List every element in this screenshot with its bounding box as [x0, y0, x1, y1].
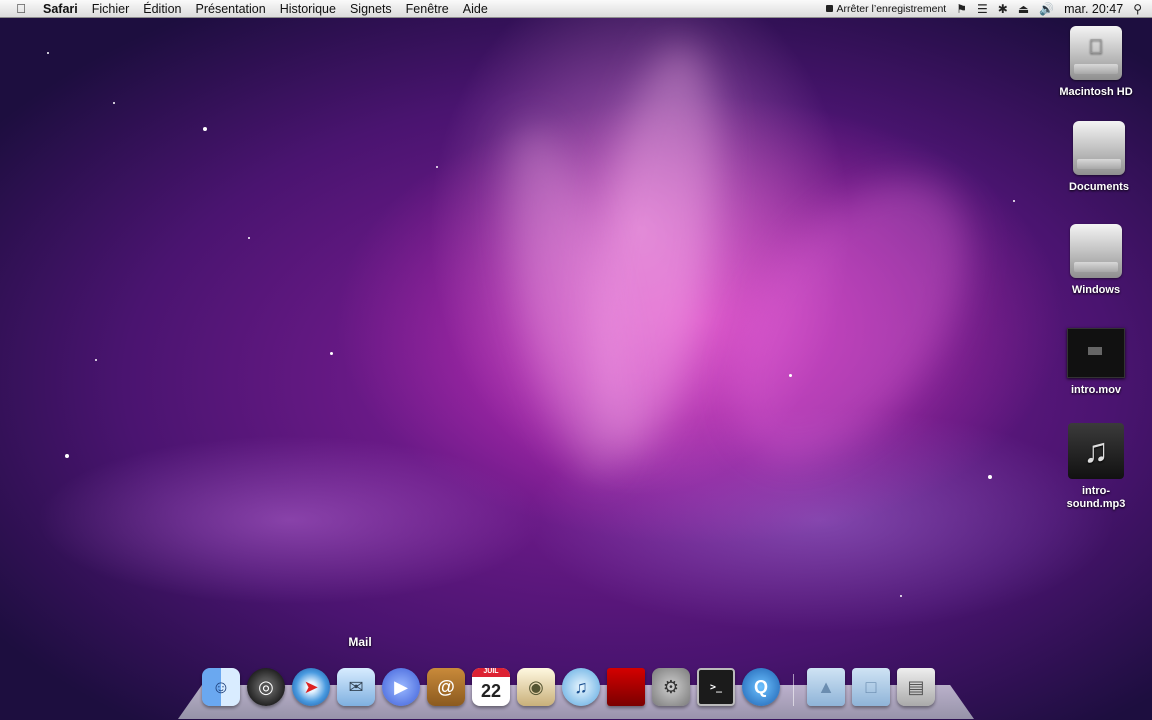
hard-drive-icon [1073, 121, 1125, 175]
address-book-icon[interactable]: @ [427, 668, 465, 706]
ical-month: JUIL [483, 668, 499, 675]
terminal-icon[interactable]: >_ [697, 668, 735, 706]
desktop-icon-label: Documents [1069, 181, 1129, 193]
stop-recording-button[interactable]: Arrêter l’enregistrement [825, 2, 947, 15]
ical-date: 22 [480, 680, 502, 701]
stop-recording-label: Arrêter l’enregistrement [836, 2, 947, 15]
iphoto-icon[interactable]: ◉ [517, 668, 555, 706]
desktop-icon-macintosh-hd[interactable]:  Macintosh HD [1046, 26, 1146, 99]
eject-icon[interactable]: ⏏ [1018, 2, 1029, 16]
terminal-prompt: >_ [709, 681, 723, 693]
menu-presentation[interactable]: Présentation [189, 2, 273, 16]
dock-separator [793, 674, 794, 706]
desktop-icon-intro-sound[interactable]: ♫ intro- sound.mp3 [1046, 423, 1146, 511]
dashboard-icon[interactable]: ◎ [247, 668, 285, 706]
quicktime-icon[interactable]: Q [742, 668, 780, 706]
movie-thumbnail-icon [1067, 328, 1125, 378]
label-line: sound.mp3 [1066, 498, 1126, 510]
photo-booth-icon[interactable] [607, 668, 645, 706]
dock-tooltip: Mail [348, 635, 372, 649]
menu-fichier[interactable]: Fichier [85, 2, 137, 16]
desktop-icon-label: intro- sound.mp3 [1046, 485, 1146, 511]
desktop-icon-documents[interactable]: Documents [1049, 121, 1149, 194]
menu-signets[interactable]: Signets [343, 2, 399, 16]
desktop-icon-label: Macintosh HD [1059, 86, 1133, 98]
menu-historique[interactable]: Historique [273, 2, 343, 16]
menu-aide[interactable]: Aide [456, 2, 495, 16]
music-note-icon: ♫ [1068, 423, 1124, 479]
desktop-icon-windows[interactable]: Windows [1046, 224, 1146, 297]
menu-fenetre[interactable]: Fenêtre [399, 2, 456, 16]
finder-icon[interactable]: ☺ [202, 668, 240, 706]
mail-icon[interactable]: ✉ [337, 668, 375, 706]
menu-status-area: Arrêter l’enregistrement ⚑ ☰ ✱ ⏏ 🔊 mar. … [825, 2, 1152, 16]
wifi-icon[interactable]: ☰ [977, 2, 988, 16]
documents-folder-icon[interactable]: □ [852, 668, 890, 706]
apple-icon[interactable]:  [6, 1, 36, 16]
safari-icon[interactable]: ➤ [292, 668, 330, 706]
desktop-icon-label: intro.mov [1070, 384, 1122, 396]
cat-icon[interactable]: ⚑ [956, 2, 967, 16]
hard-drive-icon [1070, 224, 1122, 278]
hard-drive-icon:  [1070, 26, 1122, 80]
spotlight-icon[interactable]: ⚲ [1133, 2, 1142, 16]
system-preferences-icon[interactable]: ⚙ [652, 668, 690, 706]
menu-bar:  Safari Fichier Édition Présentation Hi… [0, 0, 1152, 18]
record-icon [825, 5, 833, 12]
desktop-icon-label: Windows [1071, 284, 1121, 296]
ichat-icon[interactable]: ▶ [382, 668, 420, 706]
desktop-icon-intro-mov[interactable]: intro.mov [1046, 328, 1146, 397]
menu-edition[interactable]: Édition [136, 2, 188, 16]
applications-folder-icon[interactable]: ▲ [807, 668, 845, 706]
itunes-icon[interactable]: ♫ [562, 668, 600, 706]
volume-icon[interactable]: 🔊 [1039, 2, 1054, 16]
trash-icon[interactable]: ▤ [897, 668, 935, 706]
menu-app-safari[interactable]: Safari [36, 2, 85, 16]
menu-clock[interactable]: mar. 20:47 [1064, 2, 1123, 16]
label-line: intro- [1081, 485, 1111, 497]
bluetooth-icon[interactable]: ✱ [998, 2, 1008, 16]
dock: ☺ ◎ ➤ ✉ ▶ @ JUIL 22 ◉ ♫ ⚙ >_ Q ▲ □ ▤ [202, 662, 935, 706]
ical-icon[interactable]: JUIL 22 [472, 668, 510, 706]
